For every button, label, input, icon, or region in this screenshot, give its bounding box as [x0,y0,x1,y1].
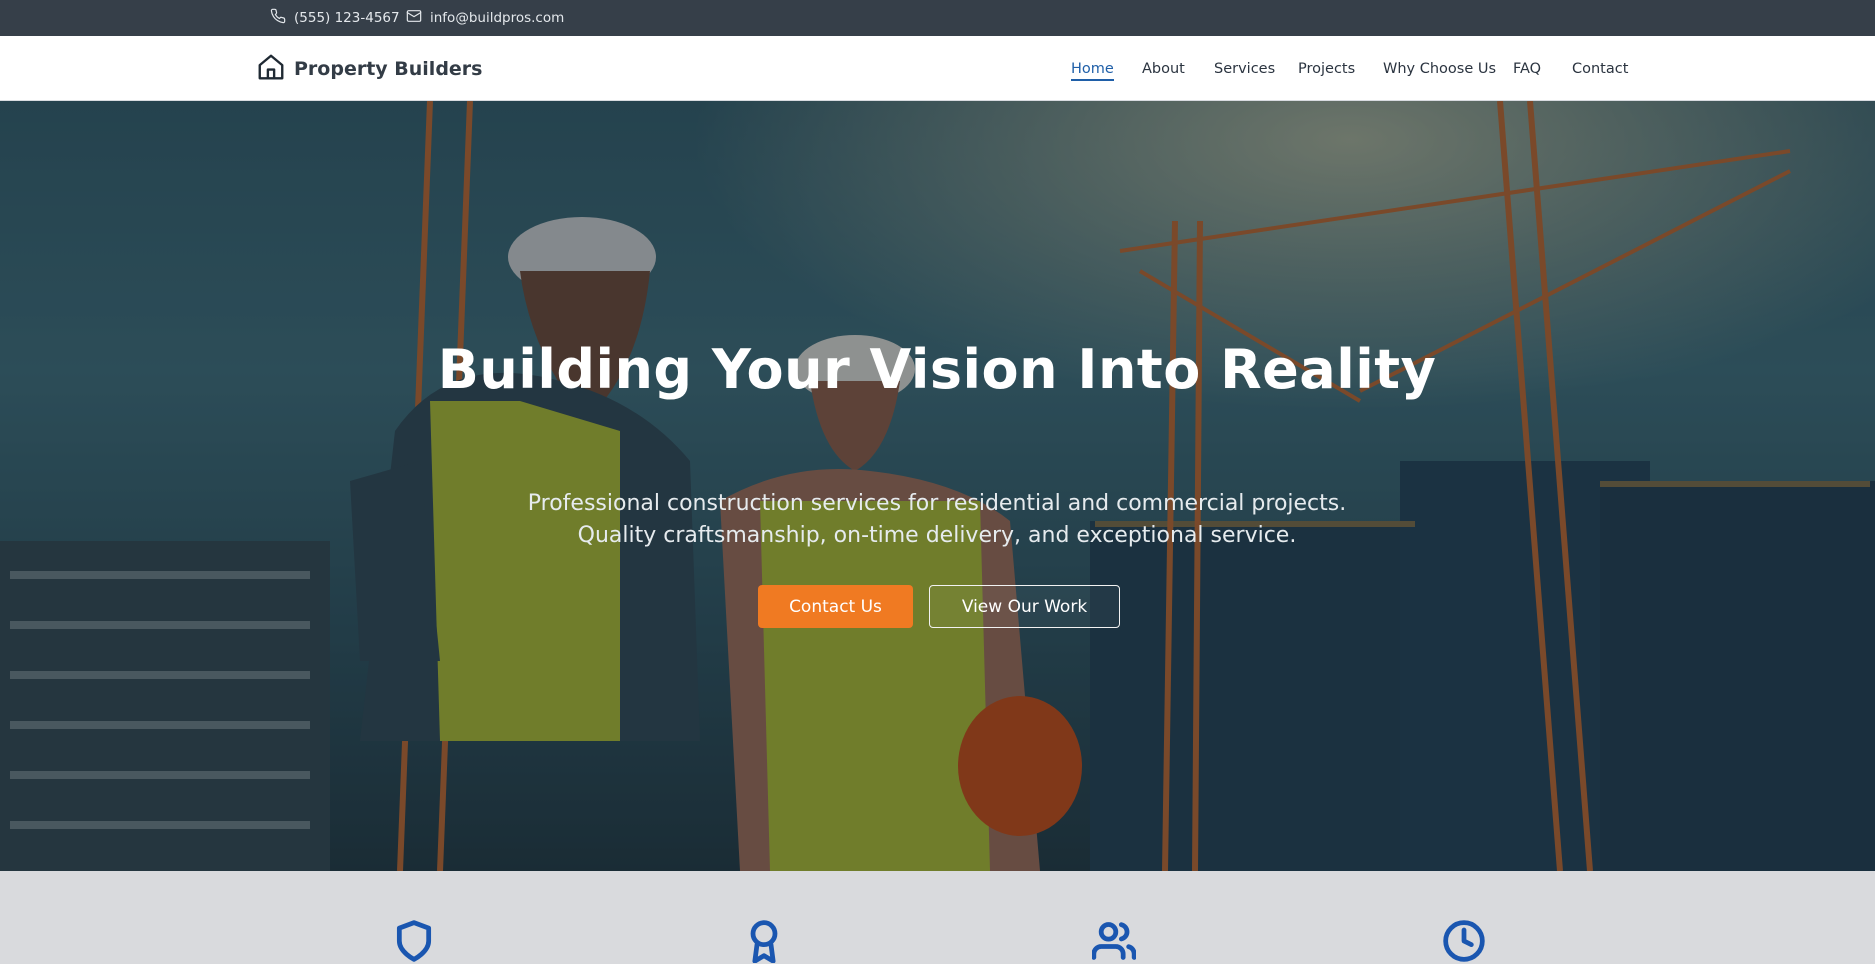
nav-faq[interactable]: FAQ [1513,36,1541,101]
email-contact[interactable]: info@buildpros.com [406,0,564,36]
brand-logo-link[interactable]: Property Builders [256,36,483,101]
contact-us-button[interactable]: Contact Us [758,585,913,628]
nav-why-choose-us[interactable]: Why Choose Us [1383,36,1496,101]
phone-icon [270,8,286,28]
shield-icon [392,919,436,963]
view-our-work-button[interactable]: View Our Work [929,585,1120,628]
hero-subtitle-line-1: Professional construction services for r… [527,491,1347,516]
phone-number: (555) 123-4567 [294,10,400,26]
phone-contact[interactable]: (555) 123-4567 [270,0,400,36]
hero-overlay [0,101,1875,871]
award-icon [742,919,786,964]
hero-section: Building Your Vision Into Reality Profes… [0,101,1875,871]
nav-about[interactable]: About [1142,36,1185,101]
nav-projects[interactable]: Projects [1298,36,1355,101]
nav-contact[interactable]: Contact [1572,36,1628,101]
users-icon [1091,919,1137,963]
hero-title: Building Your Vision Into Reality [437,338,1437,401]
hero-subtitle-line-2: Quality craftsmanship, on-time delivery,… [577,523,1297,548]
hero-subtitle: Professional construction services for r… [437,488,1437,552]
main-navbar: Property Builders Home About Services Pr… [0,36,1875,101]
brand-name: Property Builders [294,57,483,80]
clock-icon [1442,919,1486,963]
mail-icon [406,8,422,28]
page: (555) 123-4567 info@buildpros.com Proper… [0,0,1875,964]
features-section [0,871,1875,964]
house-icon [256,52,286,86]
top-contact-bar: (555) 123-4567 info@buildpros.com [0,0,1875,36]
nav-home[interactable]: Home [1071,36,1114,101]
email-address: info@buildpros.com [430,10,565,26]
nav-services[interactable]: Services [1214,36,1275,101]
